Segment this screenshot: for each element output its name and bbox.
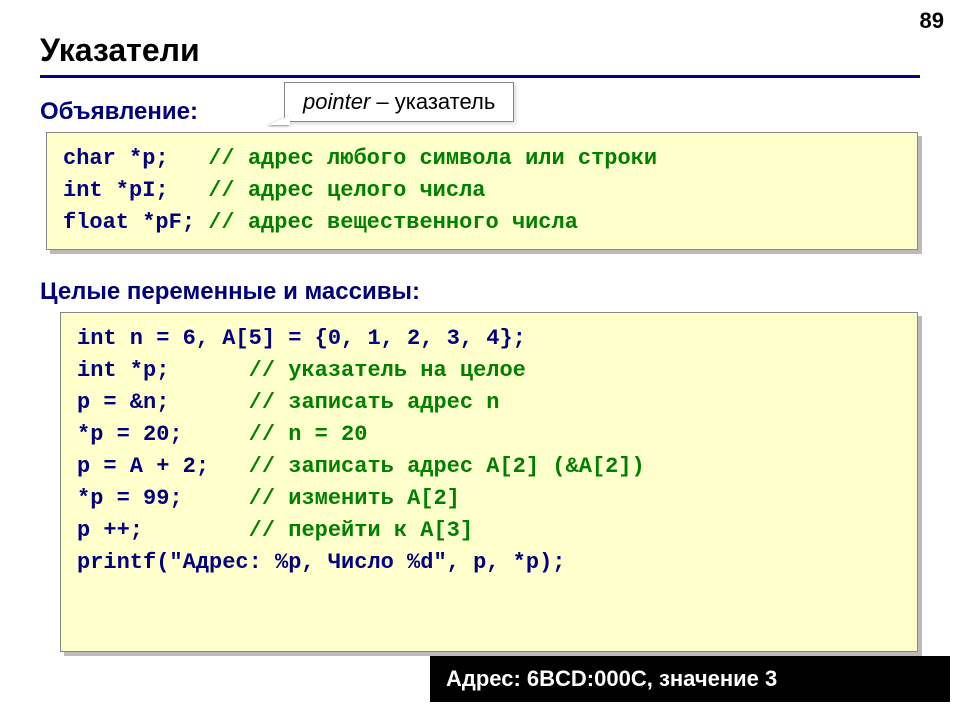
code-line: p = &n; xyxy=(77,390,249,415)
code-line: *p = 20; xyxy=(77,422,249,447)
code-line: int *p; xyxy=(77,358,249,383)
code-comment: // адрес любого символа или строки xyxy=(208,146,657,171)
code-block-declaration: char *p; // адрес любого символа или стр… xyxy=(46,132,918,250)
code-comment: // записать адрес A[2] (&A[2]) xyxy=(249,454,645,479)
code-line: int n = 6, A[5] = {0, 1, 2, 3, 4}; xyxy=(77,326,526,351)
code-line: int *pI; xyxy=(63,178,208,203)
code-comment: // адрес вещественного числа xyxy=(208,210,578,235)
code-line: char *p; xyxy=(63,146,208,171)
code-comment: // указатель на целое xyxy=(249,358,526,383)
page-title: Указатели xyxy=(40,32,920,78)
code-line: float *pF; xyxy=(63,210,208,235)
code-line: printf("Адрес: %p, Число %d", p, *p); xyxy=(77,550,565,575)
section-declaration-label: Объявление: xyxy=(40,98,198,126)
code-line: p ++; xyxy=(77,518,249,543)
code-line: *p = 99; xyxy=(77,486,249,511)
output-box: Адрес: 6BCD:000C, значение 3 xyxy=(430,656,950,702)
callout-rest: – указатель xyxy=(370,89,495,114)
code-block-arrays: int n = 6, A[5] = {0, 1, 2, 3, 4}; int *… xyxy=(60,312,918,652)
callout-box: pointer – указатель xyxy=(284,82,514,122)
code-comment: // перейти к A[3] xyxy=(249,518,473,543)
code-comment: // изменить A[2] xyxy=(249,486,460,511)
code-comment: // адрес целого числа xyxy=(208,178,485,203)
code-line: p = A + 2; xyxy=(77,454,249,479)
section-arrays-label: Целые переменные и массивы: xyxy=(40,278,420,306)
code-comment: // записать адрес n xyxy=(249,390,500,415)
code-comment: // n = 20 xyxy=(249,422,368,447)
callout-em: pointer xyxy=(303,89,370,114)
page-number: 89 xyxy=(920,8,944,34)
callout-tail xyxy=(268,115,290,125)
